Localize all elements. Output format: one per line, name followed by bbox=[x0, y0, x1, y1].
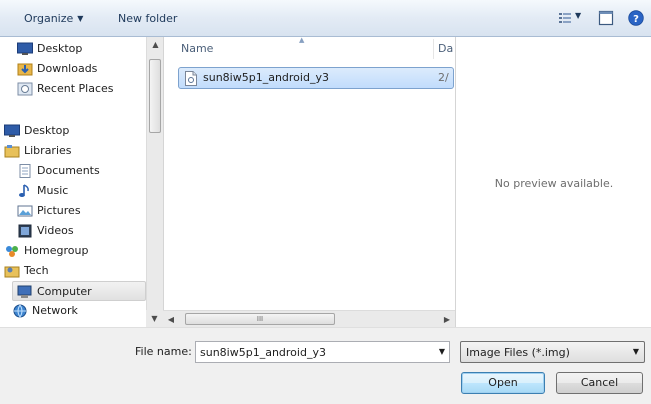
user-folder-icon bbox=[4, 266, 20, 278]
dialog-footer: File name: sun8iw5p1_android_y3 ▼ Image … bbox=[0, 327, 651, 404]
nav-item-label: Pictures bbox=[37, 204, 81, 217]
chevron-down-icon[interactable]: ▼ bbox=[439, 347, 445, 356]
scroll-left-icon[interactable]: ◀ bbox=[163, 311, 179, 328]
cancel-button[interactable]: Cancel bbox=[556, 372, 643, 394]
change-view-button[interactable]: ▼ bbox=[558, 9, 584, 27]
file-date: 2/ bbox=[438, 71, 449, 84]
desktop-icon bbox=[17, 42, 33, 55]
nav-item-label: Downloads bbox=[37, 62, 98, 75]
nav-item-label: Computer bbox=[37, 285, 92, 298]
documents-icon bbox=[19, 164, 31, 178]
sort-ascending-icon: ▲ bbox=[299, 36, 305, 44]
nav-item-downloads[interactable]: Downloads bbox=[17, 59, 97, 79]
open-button[interactable]: Open bbox=[461, 372, 545, 394]
nav-item-label: Videos bbox=[37, 224, 74, 237]
chevron-down-icon: ▼ bbox=[77, 14, 84, 23]
nav-item-label: Libraries bbox=[24, 144, 72, 157]
scrollbar-thumb[interactable] bbox=[149, 59, 161, 133]
network-icon bbox=[13, 304, 27, 318]
nav-item-pictures[interactable]: Pictures bbox=[17, 201, 81, 221]
column-header-date[interactable]: Da bbox=[438, 42, 453, 55]
file-name-value: sun8iw5p1_android_y3 bbox=[200, 346, 326, 359]
nav-item-music[interactable]: Music bbox=[17, 181, 68, 201]
nav-item-label: Network bbox=[32, 304, 78, 317]
downloads-icon bbox=[17, 63, 33, 76]
organize-button[interactable]: Organize ▼ bbox=[24, 11, 83, 27]
nav-item-label: Music bbox=[37, 184, 69, 197]
column-header-row: ▲ Name Da bbox=[164, 36, 456, 61]
preview-pane-icon bbox=[598, 10, 614, 26]
music-icon bbox=[19, 184, 29, 197]
nav-item-recent-places[interactable]: Recent Places bbox=[17, 79, 114, 99]
preview-message: No preview available. bbox=[494, 177, 614, 190]
file-list: ▲ Name Da sun8iw5p1_android_y3 2/ bbox=[163, 36, 456, 327]
scroll-right-icon[interactable]: ▶ bbox=[439, 311, 455, 328]
scroll-up-icon[interactable]: ▲ bbox=[147, 37, 164, 53]
nav-item-desktop[interactable]: Desktop bbox=[4, 121, 69, 141]
navigation-pane: Desktop Downloads Recent Places Desktop … bbox=[0, 37, 163, 327]
help-button[interactable]: ? bbox=[628, 9, 646, 27]
nav-item-tech[interactable]: Tech bbox=[4, 261, 49, 281]
nav-item-label: Desktop bbox=[37, 42, 83, 55]
scroll-down-icon[interactable]: ▼ bbox=[146, 310, 163, 327]
preview-pane-button[interactable] bbox=[598, 9, 614, 27]
new-folder-button[interactable]: New folder bbox=[118, 11, 177, 27]
nav-item-libraries[interactable]: Libraries bbox=[4, 141, 72, 161]
nav-item-label: Homegroup bbox=[24, 244, 89, 257]
recent-places-icon bbox=[17, 82, 33, 96]
file-name-label: File name: bbox=[135, 345, 192, 358]
file-name: sun8iw5p1_android_y3 bbox=[203, 71, 329, 84]
file-name-input[interactable]: sun8iw5p1_android_y3 ▼ bbox=[195, 341, 450, 363]
nav-item-network[interactable]: Network bbox=[12, 301, 78, 321]
desktop-icon bbox=[4, 124, 20, 137]
organize-label: Organize bbox=[24, 12, 74, 25]
nav-vertical-scrollbar[interactable]: ▲ ▼ bbox=[146, 37, 163, 327]
file-type-value: Image Files (*.img) bbox=[466, 346, 570, 359]
command-bar: Organize ▼ New folder ▼ ? bbox=[0, 0, 651, 37]
column-separator[interactable] bbox=[433, 39, 434, 59]
file-row[interactable]: sun8iw5p1_android_y3 2/ bbox=[178, 67, 454, 89]
nav-item-computer[interactable]: Computer bbox=[12, 281, 146, 301]
preview-pane: No preview available. bbox=[455, 37, 651, 327]
column-header-name[interactable]: Name bbox=[181, 42, 213, 55]
nav-item-desktop-favorite[interactable]: Desktop bbox=[17, 39, 82, 59]
chevron-down-icon: ▼ bbox=[575, 11, 582, 20]
nav-item-label: Desktop bbox=[24, 124, 70, 137]
nav-item-documents[interactable]: Documents bbox=[17, 161, 100, 181]
file-type-select[interactable]: Image Files (*.img) ▼ bbox=[460, 341, 645, 363]
nav-item-homegroup[interactable]: Homegroup bbox=[4, 241, 88, 261]
views-icon bbox=[559, 13, 571, 23]
file-icon bbox=[185, 71, 197, 86]
computer-icon bbox=[17, 285, 32, 298]
svg-text:?: ? bbox=[633, 14, 639, 25]
file-list-horizontal-scrollbar[interactable]: ◀ III ▶ bbox=[163, 310, 455, 327]
pictures-icon bbox=[17, 205, 33, 217]
help-icon: ? bbox=[628, 10, 644, 26]
nav-item-label: Recent Places bbox=[37, 82, 114, 95]
homegroup-icon bbox=[6, 246, 18, 257]
nav-item-label: Documents bbox=[37, 164, 100, 177]
chevron-down-icon: ▼ bbox=[632, 347, 639, 356]
nav-item-label: Tech bbox=[24, 264, 49, 277]
scrollbar-thumb[interactable]: III bbox=[185, 313, 335, 325]
nav-item-videos[interactable]: Videos bbox=[17, 221, 74, 241]
videos-icon bbox=[18, 224, 32, 238]
libraries-icon bbox=[4, 145, 20, 158]
